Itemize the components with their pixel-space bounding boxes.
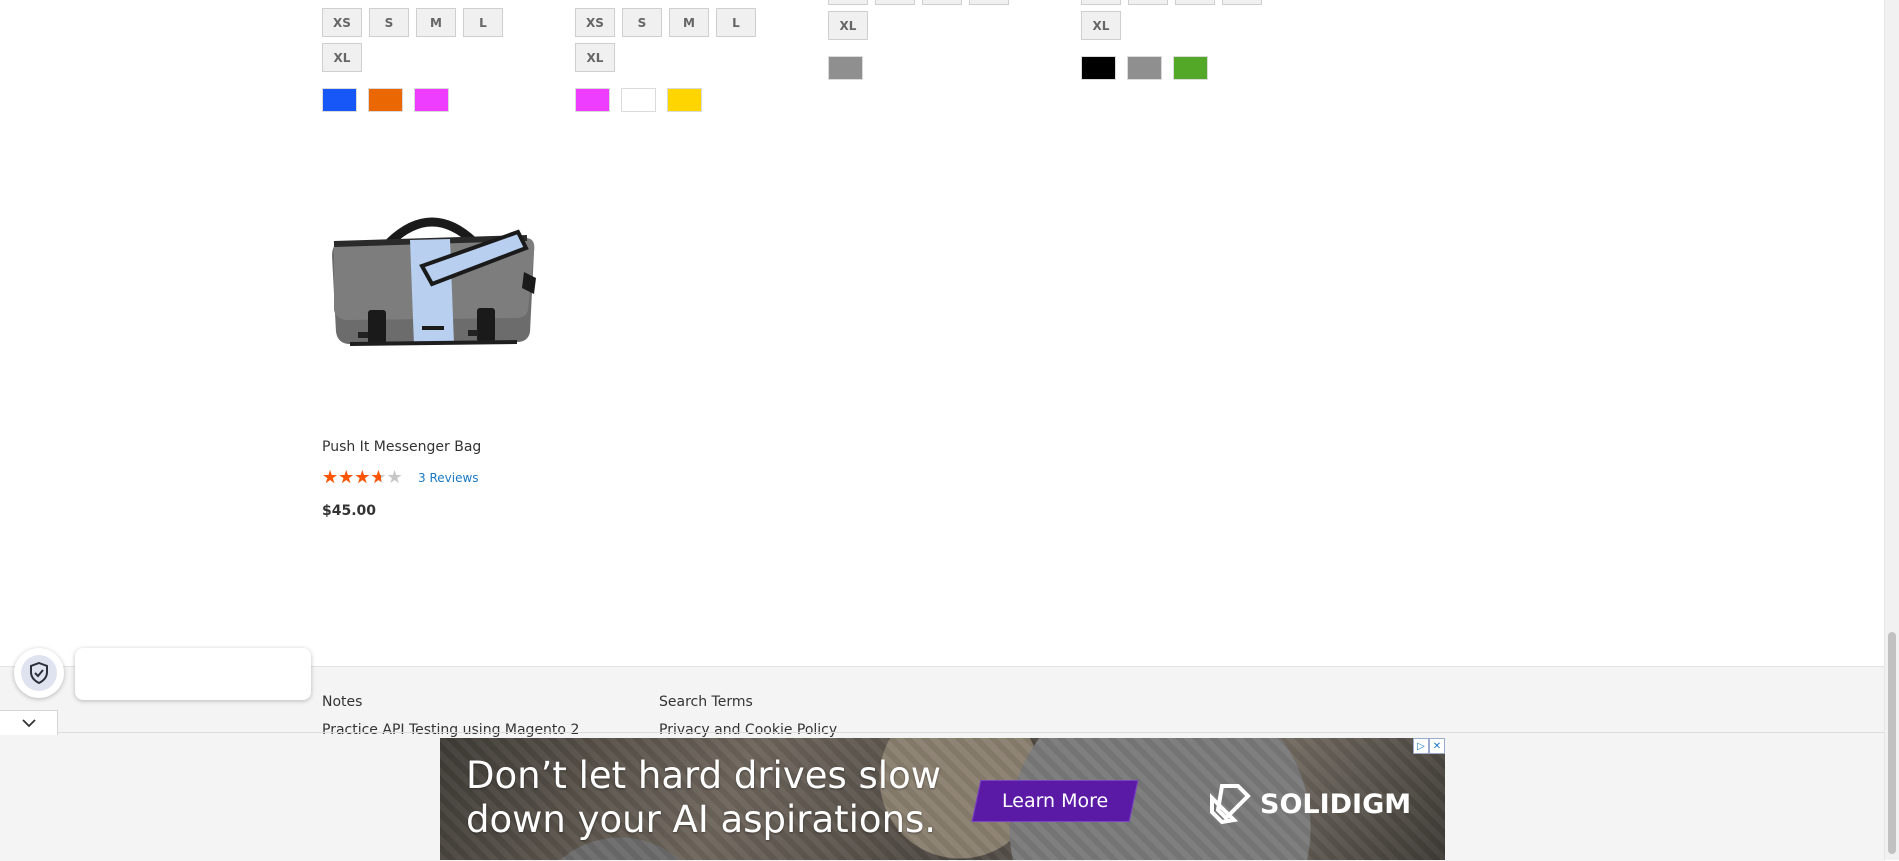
size-options-row: XL — [1081, 11, 1121, 40]
size-options-row: XS S M L — [322, 8, 503, 37]
reviews-link[interactable]: 3 Reviews — [418, 471, 479, 485]
footer-link-notes[interactable]: Notes — [322, 694, 362, 710]
color-swatch-purple[interactable] — [575, 88, 610, 112]
color-swatch-gray[interactable] — [828, 56, 863, 80]
color-swatches — [322, 88, 449, 112]
size-options-row: XS S M L — [575, 8, 756, 37]
rating-stars: ★★★★★ ★★★★★ — [322, 468, 412, 488]
color-swatches — [828, 56, 863, 80]
size-option-xl[interactable]: XL — [828, 11, 868, 40]
color-swatch-blue[interactable] — [322, 88, 357, 112]
ad-cta-label: Learn More — [1001, 790, 1109, 812]
color-swatch-gray[interactable] — [1127, 56, 1162, 80]
ad-choices-icon[interactable]: ▷ — [1413, 738, 1429, 754]
ad-banner[interactable]: Don’t let hard drives slow down your AI … — [440, 738, 1445, 860]
size-options-row-clipped — [1081, 0, 1262, 5]
color-swatches — [1081, 56, 1208, 80]
size-option[interactable] — [969, 0, 1009, 5]
product-image-messenger-bag[interactable] — [322, 182, 542, 402]
size-option-xl[interactable]: XL — [1081, 11, 1121, 40]
size-options-row: XL — [322, 43, 362, 72]
color-swatch-white[interactable] — [621, 88, 656, 112]
solidigm-logo-icon — [1210, 784, 1251, 825]
size-option-s[interactable]: S — [622, 8, 662, 37]
size-options-row: XL — [575, 43, 615, 72]
privacy-widget-bubble — [75, 648, 311, 700]
size-option-xs[interactable]: XS — [575, 8, 615, 37]
footer-link-practice-api[interactable]: Practice API Testing using Magento 2 — [322, 722, 579, 738]
size-option-xl[interactable]: XL — [575, 43, 615, 72]
page-scrollbar[interactable] — [1884, 0, 1899, 860]
color-swatches — [575, 88, 702, 112]
privacy-widget-button[interactable] — [14, 648, 64, 698]
size-option[interactable] — [1081, 0, 1121, 5]
ad-learn-more-button[interactable]: Learn More — [971, 780, 1139, 822]
chevron-down-icon — [21, 719, 36, 728]
ad-headline: Don’t let hard drives slow down your AI … — [466, 754, 941, 841]
size-option[interactable] — [828, 0, 868, 5]
size-option-s[interactable]: S — [369, 8, 409, 37]
shield-check-icon — [21, 655, 57, 691]
scrollbar-thumb[interactable] — [1888, 632, 1896, 854]
size-option-l[interactable]: L — [716, 8, 756, 37]
collapse-toggle[interactable] — [0, 710, 58, 735]
size-option[interactable] — [1175, 0, 1215, 5]
size-options-row-clipped — [828, 0, 1009, 5]
footer-divider — [0, 732, 1885, 733]
size-option-xs[interactable]: XS — [322, 8, 362, 37]
color-swatch-black[interactable] — [1081, 56, 1116, 80]
size-option-l[interactable]: L — [463, 8, 503, 37]
color-swatch-purple[interactable] — [414, 88, 449, 112]
size-option[interactable] — [875, 0, 915, 5]
rating-stars-filled: ★★★★★ — [322, 468, 381, 488]
size-option[interactable] — [1128, 0, 1168, 5]
color-swatch-yellow[interactable] — [667, 88, 702, 112]
footer-link-privacy-policy[interactable]: Privacy and Cookie Policy — [659, 722, 837, 738]
size-option[interactable] — [1222, 0, 1262, 5]
ad-controls: ▷ ✕ — [1413, 738, 1445, 754]
product-rating: ★★★★★ ★★★★★ 3 Reviews — [322, 468, 479, 488]
ad-brand-name: SOLIDIGM — [1260, 788, 1412, 820]
size-options-row: XL — [828, 11, 868, 40]
product-name-link[interactable]: Push It Messenger Bag — [322, 439, 481, 455]
product-price: $45.00 — [322, 503, 377, 519]
color-swatch-green[interactable] — [1173, 56, 1208, 80]
size-option[interactable] — [922, 0, 962, 5]
size-option-xl[interactable]: XL — [322, 43, 362, 72]
ad-close-icon[interactable]: ✕ — [1429, 738, 1445, 754]
ad-brand-logo: SOLIDIGM — [1208, 782, 1411, 826]
color-swatch-orange[interactable] — [368, 88, 403, 112]
footer-link-search-terms[interactable]: Search Terms — [659, 694, 753, 710]
size-option-m[interactable]: M — [416, 8, 456, 37]
size-option-m[interactable]: M — [669, 8, 709, 37]
